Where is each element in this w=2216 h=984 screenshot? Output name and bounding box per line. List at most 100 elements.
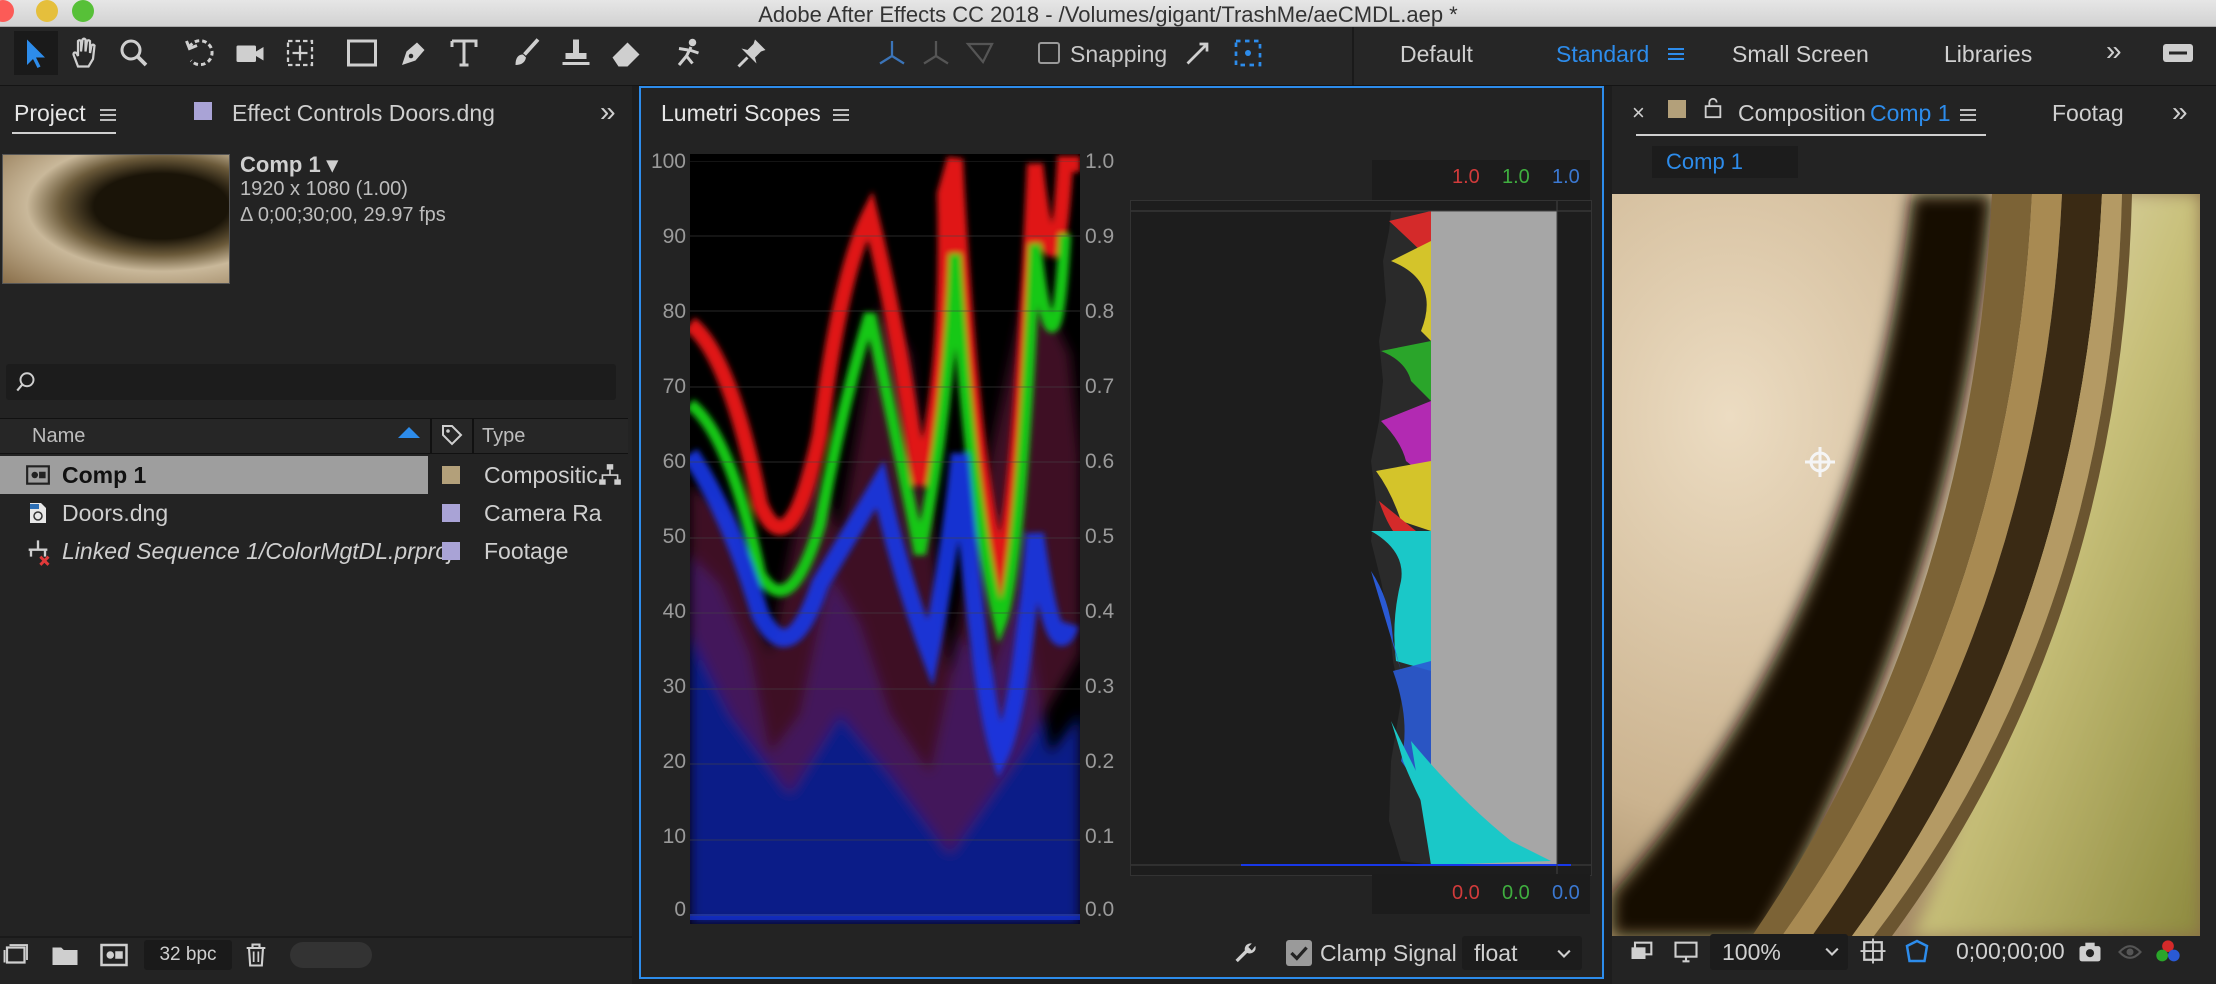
title-bar: Adobe After Effects CC 2018 - /Volumes/g… [0,0,2216,27]
missing-footage-icon [28,540,50,566]
tab-effect-controls[interactable]: Effect Controls Doors.dng [232,100,495,127]
tab-footage[interactable]: Footag [2052,100,2124,127]
label-color-swatch[interactable] [442,542,460,560]
tab-composition-name[interactable]: Comp 1 [1870,100,1951,127]
wrench-icon[interactable] [1232,940,1260,968]
search-icon [16,372,35,392]
precision-dropdown[interactable]: float [1462,936,1582,970]
hand-tool-icon[interactable] [62,31,106,75]
project-item-type: Footage [484,538,569,564]
waveform-axis-label: 0.7 [1085,375,1115,398]
world-axis-icon[interactable] [914,31,958,75]
workspace-libraries[interactable]: Libraries [1944,41,2032,68]
column-type[interactable]: Type [482,425,525,448]
tab-lumetri-scopes[interactable]: Lumetri Scopes [661,100,821,127]
workspace-small-screen[interactable]: Small Screen [1732,41,1869,68]
label-color-swatch[interactable] [442,466,460,484]
magnification-dropdown[interactable]: 100% [1710,934,1848,970]
pen-tool-icon[interactable] [392,31,436,75]
clamp-signal-checkbox[interactable] [1286,940,1312,966]
show-channel-icon[interactable] [2154,938,2182,966]
zoom-tool-icon[interactable] [112,31,156,75]
mask-visibility-icon[interactable] [1902,936,1932,966]
current-time[interactable]: 0;00;00;00 [1956,938,2065,965]
waveform-axis-label: 0.3 [1085,675,1115,698]
comp-name[interactable]: Comp 1 ▾ [240,152,338,178]
snap-edges-icon[interactable] [1176,31,1220,75]
project-overflow-icon[interactable]: » [600,96,616,128]
puppet-pin-tool-icon[interactable] [730,31,774,75]
fit-grid-icon[interactable] [1858,936,1888,966]
snapping-checkbox[interactable] [1038,42,1060,64]
project-item-type: Compositic [484,462,598,488]
sort-ascending-icon[interactable] [398,427,420,438]
composition-icon [26,465,50,485]
snap-features-icon[interactable] [1226,31,1270,75]
clone-stamp-tool-icon[interactable] [554,31,598,75]
interpret-footage-icon[interactable] [2,940,32,970]
pan-behind-tool-icon[interactable] [278,31,322,75]
workspace-standard[interactable]: Standard [1556,41,1649,68]
brush-tool-icon[interactable] [504,31,548,75]
camera-raw-file-icon [30,503,46,523]
tab-project[interactable]: Project [14,100,86,127]
rgb-waveform [690,154,1080,924]
project-menu-icon[interactable] [100,106,116,124]
workspace-menu-icon[interactable] [1668,45,1684,63]
monitor-icon[interactable] [1672,938,1700,966]
label-color-swatch[interactable] [442,504,460,522]
waveform-axis-label: 0 [674,898,686,921]
thumbnail-size-slider[interactable] [290,942,372,968]
tools-panel: Snapping Default Standard Small Screen L… [0,27,2216,86]
composition-menu-icon[interactable] [1960,106,1976,124]
composition-viewer[interactable] [1612,194,2200,936]
bit-depth-button[interactable]: 32 bpc [144,940,232,970]
lumetri-menu-icon[interactable] [833,106,849,124]
chevron-down-icon [1557,949,1571,958]
eraser-tool-icon[interactable] [604,31,648,75]
tab-composition[interactable]: Composition [1738,100,1866,127]
project-item-linked-sequence[interactable]: Linked Sequence 1/ColorMgtDL.prproj Foot… [0,532,632,570]
trash-icon[interactable] [242,940,270,970]
composition-overflow-icon[interactable]: » [2172,96,2188,128]
local-axis-icon[interactable] [870,31,914,75]
type-tool-icon[interactable] [442,31,486,75]
project-item-doors[interactable]: Doors.dng Camera Ra [0,494,632,532]
show-snapshot-icon[interactable] [2116,938,2144,966]
comp-breadcrumb[interactable]: Comp 1 [1652,146,1798,178]
comp-duration: Δ 0;00;30;00, 29.97 fps [240,204,446,226]
workspace-overflow-icon[interactable]: » [2106,35,2122,67]
close-tab-icon[interactable]: × [1632,100,1645,126]
new-composition-icon[interactable] [98,940,130,970]
waveform-axis-label: 100 [650,150,686,173]
flowchart-icon[interactable] [596,462,624,488]
effect-controls-label-color [194,102,212,120]
project-item-name: Linked Sequence 1/ColorMgtDL.prproj [62,538,454,564]
waveform-axis-label: 90 [662,225,686,248]
anchor-point-icon[interactable] [1802,444,1838,480]
waveform-axis-label: 0.6 [1085,450,1115,473]
project-panel: Project Effect Controls Doors.dng » Comp… [0,86,632,984]
waveform-axis-label: 0.0 [1085,898,1115,921]
search-help-icon[interactable] [2156,31,2200,75]
comp-label-color [1668,100,1686,118]
rotate-tool-icon[interactable] [178,31,222,75]
new-folder-icon[interactable] [50,940,80,970]
project-column-header: Name Type [0,418,628,454]
view-axis-icon[interactable] [958,31,1002,75]
workspace-default[interactable]: Default [1400,41,1473,68]
project-search-input[interactable] [6,364,616,400]
roto-brush-tool-icon[interactable] [666,31,710,75]
selection-tool-icon[interactable] [14,31,58,75]
label-column-icon[interactable] [440,423,464,447]
camera-tool-icon[interactable] [228,31,272,75]
lock-icon[interactable] [1702,96,1724,120]
project-item-comp[interactable]: Comp 1 Compositic [0,456,632,494]
column-name[interactable]: Name [32,425,85,448]
comp-resolution: 1920 x 1080 (1.00) [240,178,408,200]
snapshot-camera-icon[interactable] [2076,938,2104,966]
rectangle-tool-icon[interactable] [340,31,384,75]
always-preview-icon[interactable] [1628,938,1656,966]
waveform-axis-label: 20 [662,750,686,773]
composition-panel: × Composition Comp 1 Footag » Comp 1 100… [1612,86,2216,984]
